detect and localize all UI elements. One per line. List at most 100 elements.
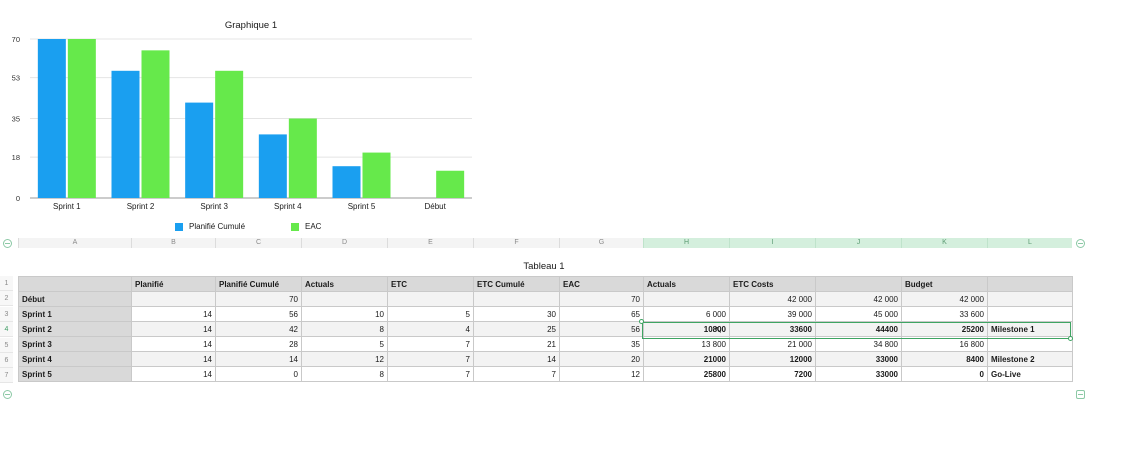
table-cell-f[interactable] (473, 291, 560, 307)
table-cell-g[interactable]: 35 (559, 336, 644, 352)
table-cell-e[interactable]: 7 (387, 351, 474, 367)
column-header-a[interactable]: A (18, 238, 131, 248)
table-cell-i[interactable]: 39 000 (729, 306, 816, 322)
table-cell-h[interactable]: 21000 (643, 351, 730, 367)
row-label-cell[interactable]: Sprint 3 (18, 336, 132, 352)
column-header-bar[interactable]: ABCDEFGHIJKL (18, 238, 1072, 248)
row-header-3[interactable]: 3 (0, 306, 13, 322)
bar-chart[interactable]: Graphique 1 0 18 35 53 70 Sprint 1 Sprint 2 Spri… (0, 0, 480, 220)
row-header-4[interactable]: 4 (0, 322, 13, 338)
column-header-b[interactable]: B (131, 238, 215, 248)
table-cell-e[interactable]: 7 (387, 336, 474, 352)
table-cell-g[interactable]: 56 (559, 321, 644, 337)
table-cell-f[interactable]: 25 (473, 321, 560, 337)
header-cell-b[interactable]: Planifié (131, 276, 216, 292)
table-cell-f[interactable]: 30 (473, 306, 560, 322)
row-label-cell[interactable]: Sprint 4 (18, 351, 132, 367)
table-cell-e[interactable] (387, 291, 474, 307)
table-cell-j[interactable]: 33000 (815, 366, 902, 382)
table-cell-i[interactable]: 21 000 (729, 336, 816, 352)
table-cell-f[interactable]: 14 (473, 351, 560, 367)
column-header-i[interactable]: I (729, 238, 815, 248)
table-cell-f[interactable]: 21 (473, 336, 560, 352)
table-cell-d[interactable]: 12 (301, 351, 388, 367)
table-cell-d[interactable] (301, 291, 388, 307)
table-cell-g[interactable]: 65 (559, 306, 644, 322)
row-header-7[interactable]: 7 (0, 368, 13, 384)
row-label-cell[interactable]: Sprint 2 (18, 321, 132, 337)
table-cell-j[interactable]: 33000 (815, 351, 902, 367)
row-label-cell[interactable]: Sprint 1 (18, 306, 132, 322)
header-cell-i[interactable]: ETC Costs (729, 276, 816, 292)
table-cell-g[interactable]: 12 (559, 366, 644, 382)
table-cell-e[interactable]: 5 (387, 306, 474, 322)
table-cell-i[interactable]: 7200 (729, 366, 816, 382)
column-header-j[interactable]: J (815, 238, 901, 248)
table-cell-d[interactable]: 8 (301, 321, 388, 337)
table-cell-d[interactable]: 8 (301, 366, 388, 382)
table-cell-f[interactable]: 7 (473, 366, 560, 382)
table-cell-k[interactable]: 8400 (901, 351, 988, 367)
table-cell-l[interactable]: Milestone 2 (987, 351, 1073, 367)
table-cell-c[interactable]: 42 (215, 321, 302, 337)
table-cell-l[interactable] (987, 336, 1073, 352)
table-cell-b[interactable]: 14 (131, 366, 216, 382)
data-table[interactable]: Planifié Planifié Cumulé Actuals ETC ETC Cum… (18, 276, 1073, 382)
header-cell-h[interactable]: Actuals (643, 276, 730, 292)
table-cell-c[interactable]: 28 (215, 336, 302, 352)
table-cell-j[interactable]: 45 000 (815, 306, 902, 322)
header-cell-e[interactable]: ETC (387, 276, 474, 292)
chart-graphique-1[interactable]: Graphique 1 0 18 35 53 70 Sprint 1 Sprint 2 Spri… (0, 0, 480, 240)
table-cell-l[interactable] (987, 291, 1073, 307)
row-header-2[interactable]: 2 (0, 291, 13, 307)
row-header-1[interactable]: 1 (0, 276, 13, 291)
table-cell-d[interactable]: 5 (301, 336, 388, 352)
selection-handle-end[interactable] (1068, 336, 1073, 341)
table-cell-j[interactable]: 34 800 (815, 336, 902, 352)
row-label-cell[interactable]: Début (18, 291, 132, 307)
column-header-e[interactable]: E (387, 238, 473, 248)
table-cell-c[interactable]: 0 (215, 366, 302, 382)
table-cell-b[interactable]: 14 (131, 306, 216, 322)
header-cell-a[interactable] (18, 276, 132, 292)
table-cell-i[interactable]: 42 000 (729, 291, 816, 307)
table-cell-c[interactable]: 70 (215, 291, 302, 307)
table-cell-k[interactable]: 0 (901, 366, 988, 382)
header-cell-k[interactable]: Budget (901, 276, 988, 292)
column-header-c[interactable]: C (215, 238, 301, 248)
table-cell-l[interactable]: Milestone 1 (987, 321, 1073, 337)
row-header-6[interactable]: 6 (0, 353, 13, 368)
header-cell-l[interactable] (987, 276, 1073, 292)
row-header-5[interactable]: 5 (0, 337, 13, 353)
table-cell-b[interactable] (131, 291, 216, 307)
table-cell-d[interactable]: 10 (301, 306, 388, 322)
selection-handle-start[interactable] (639, 319, 644, 324)
table-cell-h[interactable]: 25800 (643, 366, 730, 382)
table-cell-i[interactable]: 33600 (729, 321, 816, 337)
table-cell-g[interactable]: 70 (559, 291, 644, 307)
table-cell-k[interactable]: 33 600 (901, 306, 988, 322)
table-select-handle[interactable] (3, 239, 12, 248)
table-cell-j[interactable]: 42 000 (815, 291, 902, 307)
column-header-l[interactable]: L (987, 238, 1072, 248)
column-header-d[interactable]: D (301, 238, 387, 248)
table-cell-b[interactable]: 14 (131, 336, 216, 352)
column-header-h[interactable]: H (643, 238, 729, 248)
table-cell-e[interactable]: 4 (387, 321, 474, 337)
table-cell-i[interactable]: 12000 (729, 351, 816, 367)
column-header-g[interactable]: G (559, 238, 643, 248)
table-cell-c[interactable]: 56 (215, 306, 302, 322)
header-cell-f[interactable]: ETC Cumulé (473, 276, 560, 292)
header-cell-d[interactable]: Actuals (301, 276, 388, 292)
column-header-k[interactable]: K (901, 238, 987, 248)
table-cell-k[interactable]: 16 800 (901, 336, 988, 352)
table-cell-k[interactable]: 42 000 (901, 291, 988, 307)
table-cell-j[interactable]: 44400 (815, 321, 902, 337)
table-cell-h[interactable] (643, 291, 730, 307)
table-cell-b[interactable]: 14 (131, 321, 216, 337)
add-column-handle[interactable] (1076, 239, 1085, 248)
column-header-f[interactable]: F (473, 238, 559, 248)
table-cell-k[interactable]: 25200 (901, 321, 988, 337)
table-cell-e[interactable]: 7 (387, 366, 474, 382)
header-cell-g[interactable]: EAC (559, 276, 644, 292)
